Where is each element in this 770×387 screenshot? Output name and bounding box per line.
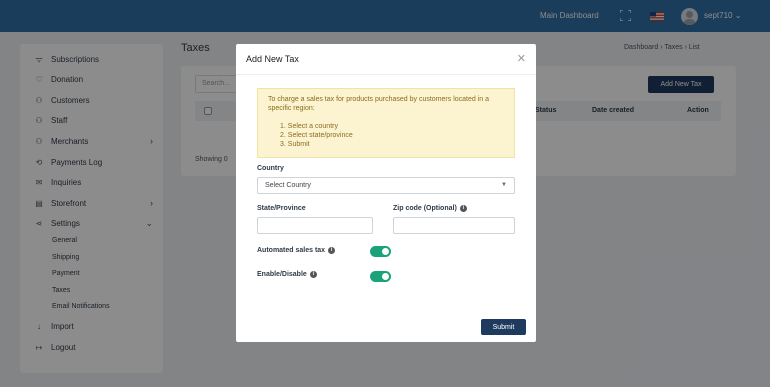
country-label-text: Country: [257, 165, 284, 172]
zip-label: Zip code (Optional) i: [393, 205, 467, 212]
notice-step: 3. Submit: [280, 141, 310, 148]
zip-label-text: Zip code (Optional): [393, 205, 457, 212]
enable-label-text: Enable/Disable: [257, 271, 307, 278]
country-select-value: Select Country: [265, 182, 311, 189]
chevron-down-icon: ▼: [501, 182, 507, 188]
close-icon[interactable]: ✕: [517, 52, 526, 65]
country-label: Country: [257, 165, 284, 172]
modal-divider: [236, 74, 536, 75]
notice-step: 2. Select state/province: [280, 132, 353, 139]
submit-button[interactable]: Submit: [481, 319, 526, 335]
automated-tax-toggle[interactable]: [370, 246, 391, 257]
add-tax-modal: Add New Tax ✕ To charge a sales tax for …: [236, 44, 536, 342]
automated-tax-label-text: Automated sales tax: [257, 247, 326, 254]
info-icon[interactable]: i: [328, 247, 336, 254]
info-icon[interactable]: i: [309, 271, 317, 278]
notice-intro: To charge a sales tax for products purch…: [268, 96, 490, 112]
state-input[interactable]: [257, 217, 373, 234]
info-notice: To charge a sales tax for products purch…: [257, 88, 515, 158]
enable-label: Enable/Disable i: [257, 271, 317, 278]
info-icon[interactable]: i: [459, 205, 467, 212]
enable-toggle[interactable]: [370, 271, 391, 282]
modal-title: Add New Tax: [246, 54, 299, 64]
state-label: State/Province: [257, 205, 306, 212]
notice-steps: 1. Select a country 2. Select state/prov…: [268, 122, 504, 149]
country-select[interactable]: Select Country ▼: [257, 177, 515, 194]
notice-step: 1. Select a country: [280, 123, 338, 130]
automated-tax-label: Automated sales tax i: [257, 247, 336, 254]
zip-input[interactable]: [393, 217, 515, 234]
state-label-text: State/Province: [257, 205, 306, 212]
